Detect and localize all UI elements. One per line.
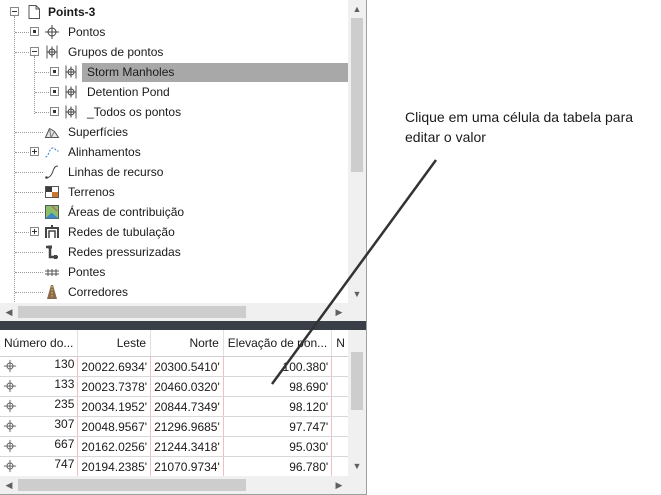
leader-line	[270, 159, 438, 385]
callout-line-1: Clique em uma célula da tabela para	[405, 109, 634, 125]
callout-leader-line	[270, 159, 438, 385]
callout-annotation: Clique em uma célula da tabela para edit…	[405, 107, 655, 147]
callout-line-2: editar o valor	[405, 129, 486, 145]
